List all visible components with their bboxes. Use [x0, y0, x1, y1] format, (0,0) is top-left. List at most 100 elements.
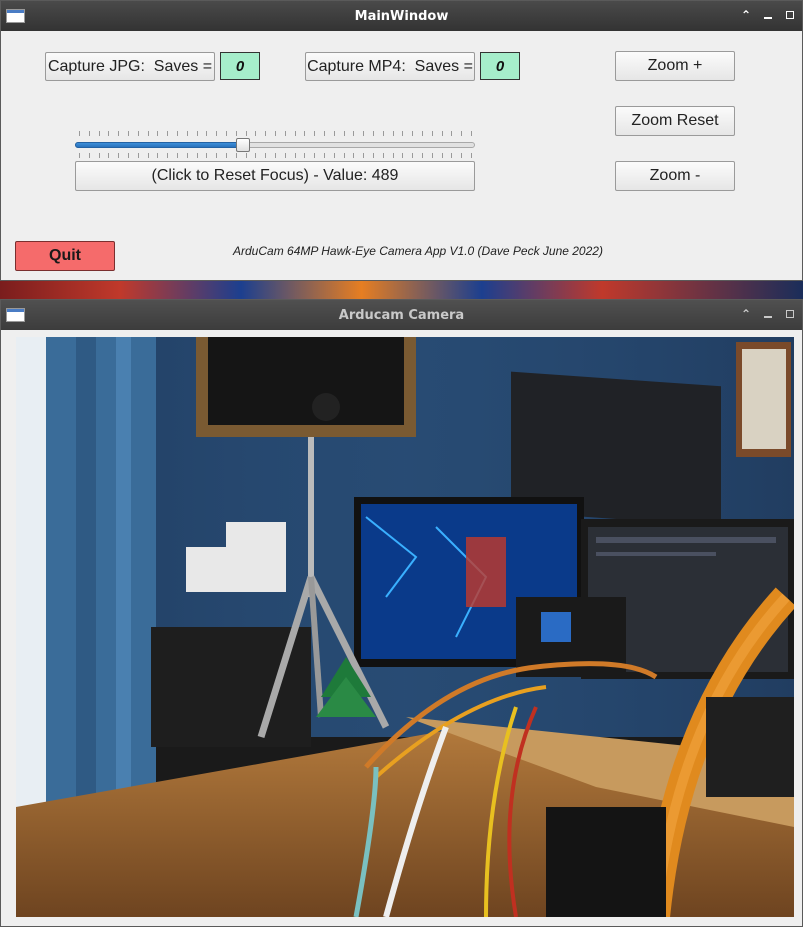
- slider-tick: [148, 153, 149, 158]
- slider-tick: [216, 153, 217, 158]
- slider-tick: [471, 153, 472, 158]
- slider-tick: [138, 153, 139, 158]
- slider-tick: [128, 153, 129, 158]
- slider-tick: [216, 131, 217, 136]
- slider-tick: [206, 153, 207, 158]
- slider-tick: [265, 153, 266, 158]
- slider-tick: [265, 131, 266, 136]
- slider-ticks-top: [75, 131, 475, 136]
- slider-tick: [285, 153, 286, 158]
- slider-tick: [295, 131, 296, 136]
- slider-tick: [275, 131, 276, 136]
- slider-tick: [353, 131, 354, 136]
- jpg-saves-counter: 0: [220, 52, 260, 80]
- slider-tick: [402, 131, 403, 136]
- slider-tick: [422, 153, 423, 158]
- slider-tick: [177, 131, 178, 136]
- slider-tick: [197, 131, 198, 136]
- slider-tick: [108, 153, 109, 158]
- slider-tick: [383, 131, 384, 136]
- slider-tick: [255, 153, 256, 158]
- slider-tick: [206, 131, 207, 136]
- slider-tick: [79, 153, 80, 158]
- slider-tick: [432, 153, 433, 158]
- slider-tick: [442, 153, 443, 158]
- app-credit-text: ArduCam 64MP Hawk-Eye Camera App V1.0 (D…: [233, 244, 603, 258]
- camera-window-titlebar[interactable]: Arducam Camera ⌃: [1, 300, 802, 330]
- restore-icon[interactable]: [784, 306, 796, 322]
- slider-tick: [118, 153, 119, 158]
- slider-tick: [324, 153, 325, 158]
- main-window-title: MainWindow: [354, 8, 449, 24]
- camera-window: Arducam Camera ⌃: [0, 299, 803, 927]
- slider-tick: [157, 153, 158, 158]
- slider-tick: [412, 153, 413, 158]
- slider-fill: [75, 142, 243, 148]
- slider-tick: [187, 131, 188, 136]
- slider-tick: [285, 131, 286, 136]
- slider-tick: [118, 131, 119, 136]
- slider-tick: [148, 131, 149, 136]
- slider-tick: [334, 153, 335, 158]
- focus-slider[interactable]: [75, 131, 475, 161]
- slider-ticks-bottom: [75, 153, 475, 158]
- camera-window-title: Arducam Camera: [338, 307, 465, 323]
- slider-tick: [246, 131, 247, 136]
- slider-tick: [138, 131, 139, 136]
- capture-jpg-button[interactable]: Capture JPG: Saves =: [45, 52, 215, 81]
- slider-tick: [275, 153, 276, 158]
- slider-tick: [226, 153, 227, 158]
- camera-preview: [16, 337, 794, 917]
- slider-tick: [89, 131, 90, 136]
- slider-tick: [471, 131, 472, 136]
- slider-tick: [363, 153, 364, 158]
- reset-focus-button[interactable]: (Click to Reset Focus) - Value: 489: [75, 161, 475, 191]
- slider-tick: [344, 153, 345, 158]
- slider-tick: [324, 131, 325, 136]
- mp4-saves-counter: 0: [480, 52, 520, 80]
- slider-tick: [246, 153, 247, 158]
- slider-tick: [304, 153, 305, 158]
- main-window: MainWindow ⌃ Capture JPG: Saves = 0 Capt…: [0, 0, 803, 281]
- slider-tick: [422, 131, 423, 136]
- desktop-background: [0, 279, 803, 300]
- window-app-icon[interactable]: [6, 9, 25, 23]
- slider-tick: [167, 153, 168, 158]
- main-window-titlebar[interactable]: MainWindow ⌃: [1, 1, 802, 31]
- slider-handle[interactable]: [236, 138, 250, 152]
- zoom-reset-button[interactable]: Zoom Reset: [615, 106, 735, 136]
- slider-tick: [236, 153, 237, 158]
- slider-tick: [157, 131, 158, 136]
- quit-button[interactable]: Quit: [15, 241, 115, 271]
- slider-tick: [383, 153, 384, 158]
- slider-tick: [402, 153, 403, 158]
- window-app-icon[interactable]: [6, 308, 25, 322]
- slider-tick: [393, 153, 394, 158]
- slider-tick: [344, 131, 345, 136]
- zoom-out-button[interactable]: Zoom -: [615, 161, 735, 191]
- slider-tick: [236, 131, 237, 136]
- slider-tick: [442, 131, 443, 136]
- slider-tick: [108, 131, 109, 136]
- slider-tick: [187, 153, 188, 158]
- maximize-chevron-icon[interactable]: ⌃: [740, 7, 752, 23]
- slider-tick: [304, 131, 305, 136]
- slider-tick: [226, 131, 227, 136]
- restore-icon[interactable]: [784, 7, 796, 23]
- slider-tick: [128, 131, 129, 136]
- minimize-icon[interactable]: [762, 7, 774, 23]
- capture-mp4-button[interactable]: Capture MP4: Saves =: [305, 52, 475, 81]
- slider-tick: [451, 153, 452, 158]
- zoom-in-button[interactable]: Zoom +: [615, 51, 735, 81]
- slider-tick: [167, 131, 168, 136]
- slider-tick: [314, 153, 315, 158]
- slider-tick: [373, 131, 374, 136]
- slider-tick: [197, 153, 198, 158]
- slider-tick: [353, 153, 354, 158]
- maximize-chevron-icon[interactable]: ⌃: [740, 306, 752, 322]
- slider-tick: [373, 153, 374, 158]
- minimize-icon[interactable]: [762, 306, 774, 322]
- slider-tick: [334, 131, 335, 136]
- slider-tick: [461, 153, 462, 158]
- slider-tick: [177, 153, 178, 158]
